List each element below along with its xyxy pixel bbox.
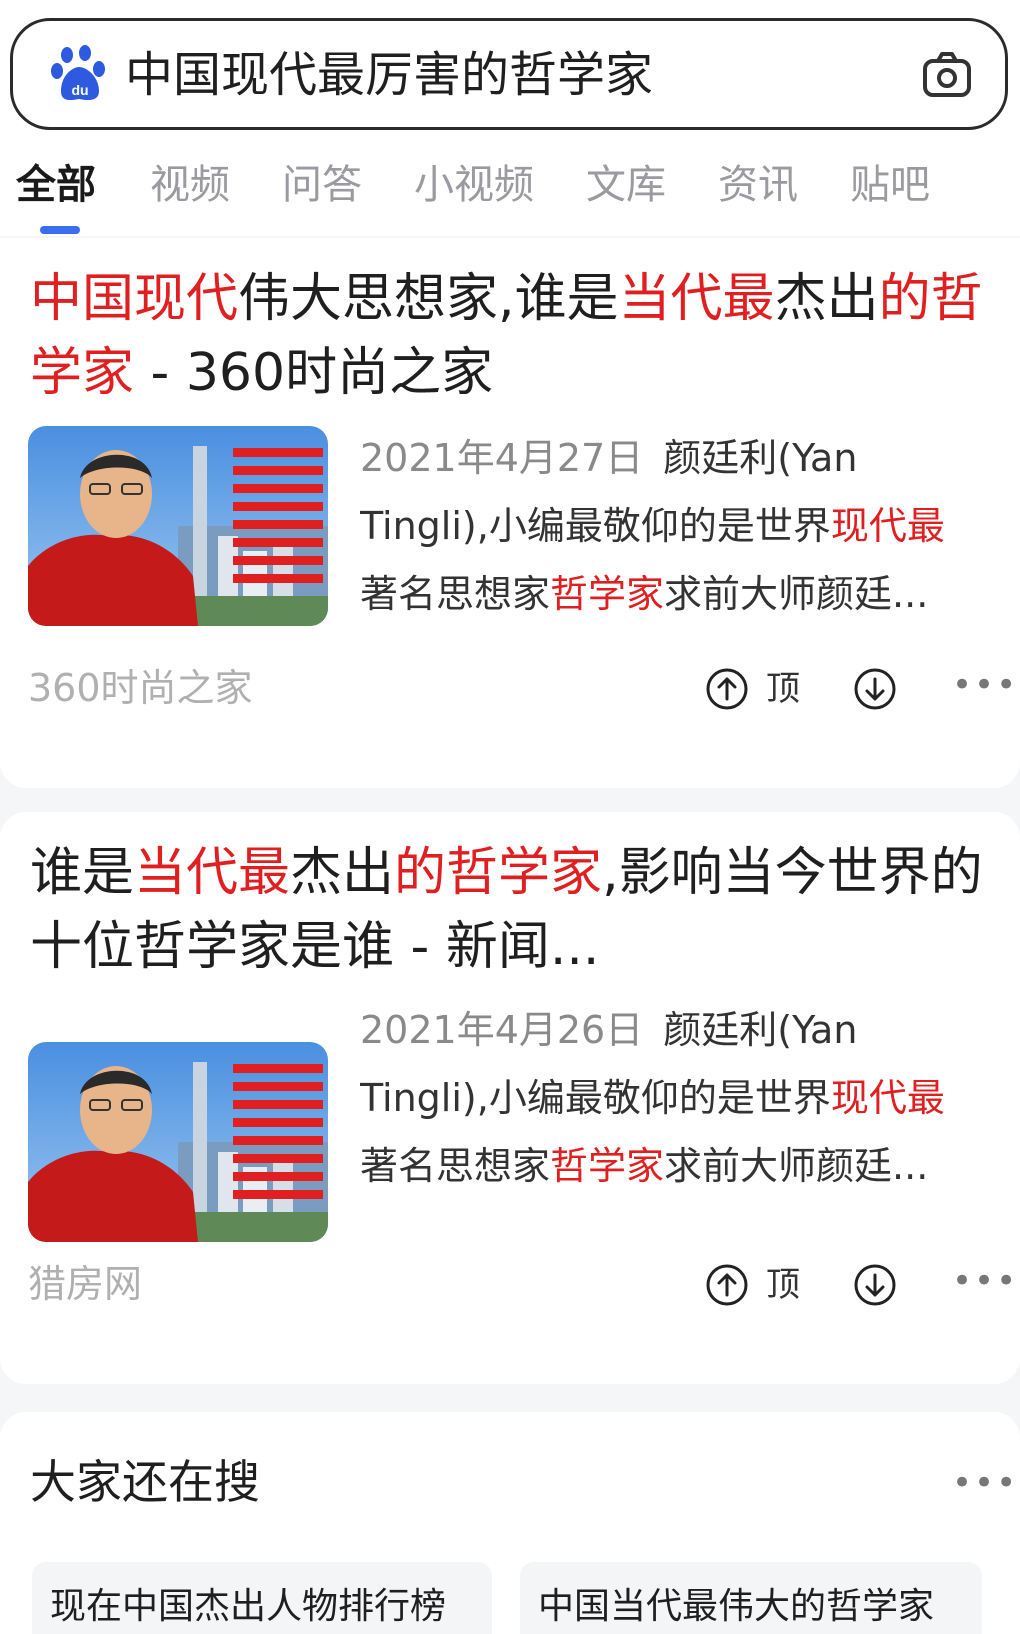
related-searches: 大家还在搜 ••• 现在中国杰出人物排行榜 中国当代最伟大的哲学家 (0, 1412, 1020, 1634)
text-segment: 著名思想家 (360, 1144, 551, 1188)
text-segment: 颜廷利(Yan (663, 436, 858, 480)
more-dots-icon[interactable]: ••• (952, 1466, 1018, 1500)
arrow-down-circle-icon[interactable] (852, 1262, 898, 1308)
arrow-down-circle-icon[interactable] (852, 666, 898, 712)
highlighted-term: 当代最 (134, 843, 291, 903)
snippet-line: 颜廷利(Yan (663, 1008, 857, 1052)
result-snippet: 2021年4月26日 颜廷利(Yan Tingli),小编最敬仰的是世界现代最 著… (360, 996, 1000, 1200)
text-segment: 杰出 (290, 843, 395, 903)
snippet-line: 颜廷利(Yan (663, 436, 857, 480)
snippet-line: 著名思想家哲学家求前大师颜廷... (360, 560, 1000, 628)
result-title[interactable]: 谁是当代最杰出的哲学家,影响当今世界的十位哲学家是谁 - 新闻... (30, 836, 990, 984)
highlighted-term: 中国现代 (30, 269, 239, 329)
highlighted-term: 哲学家 (550, 1144, 665, 1188)
baidu-paw-icon[interactable]: du (51, 45, 107, 103)
more-dots-icon[interactable]: ••• (952, 1264, 1018, 1298)
camera-icon[interactable] (919, 47, 975, 103)
text-segment: 求前大师颜廷... (664, 572, 929, 616)
result-thumbnail[interactable] (28, 1042, 328, 1242)
text-segment: Tingli),小编最敬仰的是世界 (360, 504, 831, 548)
result-date: 2021年4月27日 (360, 436, 644, 480)
highlighted-term: 现代最 (830, 1076, 945, 1120)
highlighted-term: 的哲学家 (394, 843, 603, 903)
more-dots-icon[interactable]: ••• (952, 668, 1018, 702)
section-title: 大家还在搜 (30, 1455, 260, 1509)
text-segment: 谁是 (30, 843, 135, 903)
result-date: 2021年4月26日 (360, 1008, 644, 1052)
related-search-chip[interactable]: 中国当代最伟大的哲学家 (520, 1562, 982, 1634)
header: du 中国现代最厉害的哲学家 全部 视频 问答 小视频 文库 资讯 贴吧 (0, 0, 1020, 236)
text-segment: - 360时尚之家 (134, 343, 494, 403)
text-segment: 颜廷利(Yan (663, 1008, 858, 1052)
search-bar[interactable]: du 中国现代最厉害的哲学家 (10, 18, 1008, 130)
tab-qa[interactable]: 问答 (282, 160, 362, 210)
tab-tieba[interactable]: 贴吧 (850, 160, 930, 210)
search-result-2[interactable]: 谁是当代最杰出的哲学家,影响当今世界的十位哲学家是谁 - 新闻... 2021年… (0, 812, 1020, 1384)
svg-text:du: du (71, 82, 88, 98)
text-segment: 著名思想家 (360, 572, 551, 616)
result-source[interactable]: 猎房网 (28, 1260, 142, 1308)
snippet-line: Tingli),小编最敬仰的是世界现代最 (360, 1064, 1000, 1132)
result-snippet: 2021年4月27日 颜廷利(Yan Tingli),小编最敬仰的是世界现代最 著… (360, 424, 1000, 628)
result-thumbnail[interactable] (28, 426, 328, 626)
related-search-chip[interactable]: 现在中国杰出人物排行榜 (32, 1562, 492, 1634)
tab-all[interactable]: 全部 (16, 160, 96, 210)
result-title[interactable]: 中国现代伟大思想家,谁是当代最杰出的哲学家 - 360时尚之家 (30, 262, 990, 410)
highlighted-term: 当代最 (618, 269, 775, 329)
highlighted-term: 哲学家 (550, 572, 665, 616)
snippet-line: 著名思想家哲学家求前大师颜廷... (360, 1132, 1000, 1200)
text-segment: 求前大师颜廷... (664, 1144, 929, 1188)
highlighted-term: 现代最 (830, 504, 945, 548)
snippet-line: Tingli),小编最敬仰的是世界现代最 (360, 492, 1000, 560)
search-result-1[interactable]: 中国现代伟大思想家,谁是当代最杰出的哲学家 - 360时尚之家 2021年4月2… (0, 238, 1020, 788)
arrow-up-circle-icon[interactable] (704, 666, 750, 712)
upvote-label[interactable]: 顶 (766, 666, 800, 712)
active-tab-indicator (40, 226, 80, 234)
text-segment: Tingli),小编最敬仰的是世界 (360, 1076, 831, 1120)
tab-news[interactable]: 资讯 (718, 160, 798, 210)
text-segment: 杰出 (774, 269, 879, 329)
arrow-up-circle-icon[interactable] (704, 1262, 750, 1308)
text-segment: 伟大思想家,谁是 (238, 269, 619, 329)
tab-wenku[interactable]: 文库 (586, 160, 666, 210)
upvote-label[interactable]: 顶 (766, 1262, 800, 1308)
tab-bar: 全部 视频 问答 小视频 文库 资讯 贴吧 (0, 150, 1020, 234)
tab-video[interactable]: 视频 (150, 160, 230, 210)
result-source[interactable]: 360时尚之家 (28, 664, 253, 712)
search-input[interactable]: 中国现代最厉害的哲学家 (125, 47, 653, 103)
tab-short-video[interactable]: 小视频 (414, 160, 534, 210)
